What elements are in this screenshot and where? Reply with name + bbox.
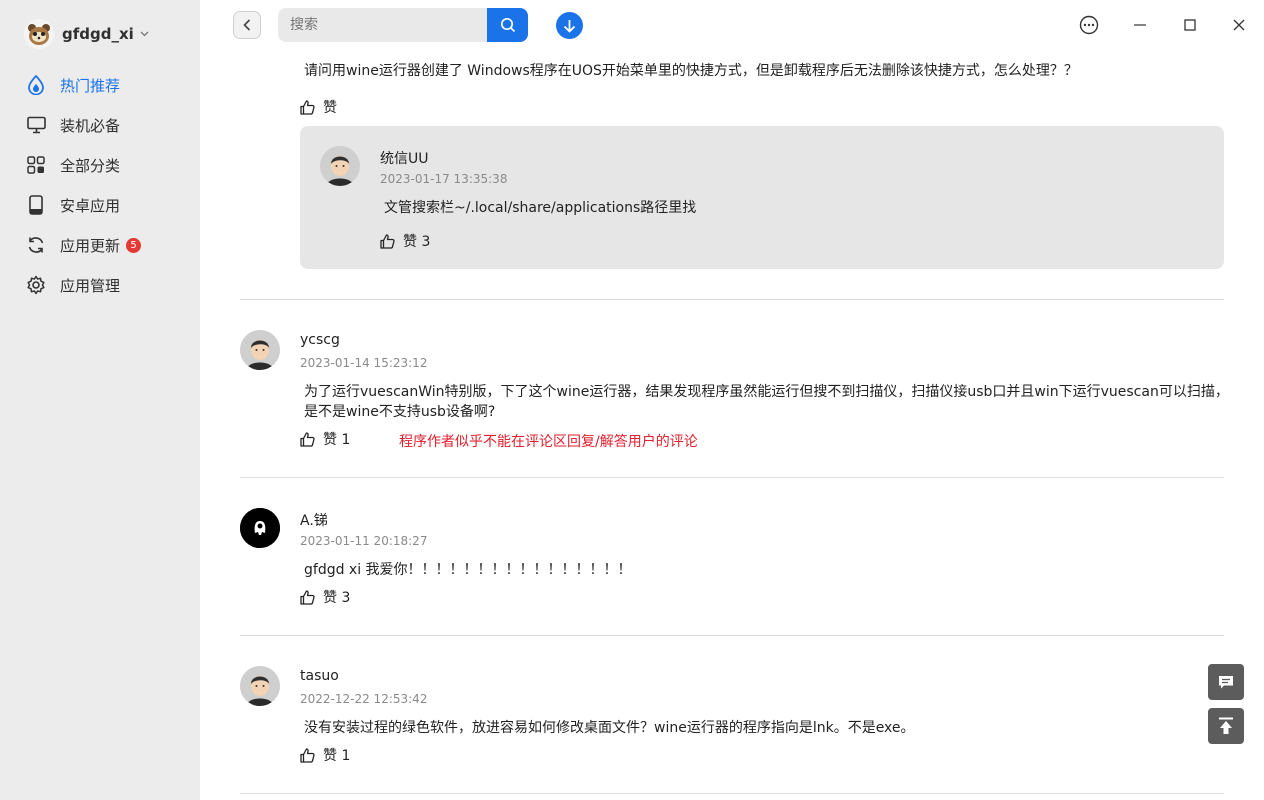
search-box <box>278 8 528 42</box>
user-menu[interactable]: gfdgd_xi <box>24 19 149 49</box>
comments-list: 请问用wine运行器创建了 Windows程序在UOS开始菜单里的快捷方式，但是… <box>200 50 1264 800</box>
sidebar-item-label: 装机必备 <box>60 116 121 135</box>
comment-text-line1: 为了运行vuescanWin特别版，下了这个wine运行器，结果发现程序虽然能运… <box>304 384 1229 400</box>
comment-text: 没有安装过程的绿色软件，放进容易如何修改桌面文件？wine运行器的程序指向是ln… <box>304 720 915 736</box>
like-button[interactable]: 赞 3 <box>380 231 430 251</box>
comment-timestamp: 2023-01-14 15:23:12 <box>300 356 428 370</box>
arrow-up-icon <box>1219 717 1233 734</box>
sidebar-item-label: 应用管理 <box>60 276 121 295</box>
comment-user-name: ycscg <box>300 332 340 348</box>
chevron-left-icon <box>243 19 251 31</box>
avatar <box>240 666 280 706</box>
more-options-button[interactable] <box>1077 13 1101 37</box>
divider <box>240 299 1224 300</box>
reply-timestamp: 2023-01-17 13:35:38 <box>380 172 508 186</box>
avatar <box>320 146 360 186</box>
reply-user-name: 统信UU <box>380 151 429 167</box>
sidebar-item-label: 应用更新 <box>60 236 121 255</box>
reply-text: 文管搜索栏~/.local/share/applications路径里找 <box>384 200 697 216</box>
like-count: 赞 3 <box>403 234 431 250</box>
sidebar-item-android[interactable]: 安卓应用 <box>0 185 200 225</box>
download-arrow-icon <box>563 19 576 33</box>
grid-icon <box>26 155 46 175</box>
like-count: 赞 <box>323 100 337 116</box>
search-input[interactable] <box>278 8 487 42</box>
sidebar-item-label: 热门推荐 <box>60 76 121 95</box>
like-count: 赞 1 <box>323 748 351 764</box>
user-name: gfdgd_xi <box>62 25 134 43</box>
phone-icon <box>26 195 46 215</box>
maximize-icon <box>1184 19 1196 31</box>
thumbs-up-icon <box>380 233 395 249</box>
comment-timestamp: 2022-12-22 12:53:42 <box>300 692 428 706</box>
comment-user-name: A.锑 <box>300 513 328 529</box>
minimize-button[interactable] <box>1128 13 1152 37</box>
like-button[interactable]: 赞 1 <box>300 429 350 449</box>
like-count: 赞 3 <box>323 590 351 606</box>
sidebar-item-label: 安卓应用 <box>60 196 121 215</box>
avatar <box>240 508 280 548</box>
minimize-icon <box>1134 24 1146 26</box>
thumbs-up-icon <box>300 431 315 447</box>
more-icon <box>1079 15 1099 35</box>
sidebar-nav: 热门推荐 装机必备 全部分类 安卓应用 应用更新 5 应用管理 <box>0 65 200 305</box>
user-avatar[interactable] <box>24 19 54 49</box>
annotation-note: 程序作者似乎不能在评论区回复/解答用户的评论 <box>399 434 698 450</box>
hot-drop-icon <box>26 75 46 95</box>
sidebar-item-essentials[interactable]: 装机必备 <box>0 105 200 145</box>
title-bar <box>200 0 1264 50</box>
close-icon <box>1233 19 1245 31</box>
comment-user-name: tasuo <box>300 668 339 684</box>
sidebar-item-hot[interactable]: 热门推荐 <box>0 65 200 105</box>
maximize-button[interactable] <box>1178 13 1202 37</box>
search-button[interactable] <box>487 8 528 42</box>
write-comment-button[interactable] <box>1208 664 1244 700</box>
comment-timestamp: 2023-01-11 20:18:27 <box>300 534 428 548</box>
like-button[interactable]: 赞 <box>300 97 337 117</box>
gear-icon <box>26 275 46 295</box>
like-count: 赞 1 <box>323 432 351 448</box>
like-button[interactable]: 赞 1 <box>300 745 350 765</box>
like-button[interactable]: 赞 3 <box>300 587 350 607</box>
sidebar-item-manage[interactable]: 应用管理 <box>0 265 200 305</box>
comment-text-line2: 是不是wine不支持usb设备啊? <box>304 404 496 420</box>
close-button[interactable] <box>1227 13 1251 37</box>
sidebar: gfdgd_xi 热门推荐 装机必备 全部分类 安卓应用 应用更新 5 应用管理 <box>0 0 200 800</box>
reply-box: 统信UU 2023-01-17 13:35:38 文管搜索栏~/.local/s… <box>300 126 1224 269</box>
avatar <box>240 330 280 370</box>
update-count-badge: 5 <box>126 237 142 253</box>
sidebar-item-categories[interactable]: 全部分类 <box>0 145 200 185</box>
divider <box>240 635 1224 636</box>
comment-text: gfdgd xi 我爱你！！！！！！！！！！！！！！！！ <box>304 562 632 578</box>
back-button[interactable] <box>233 11 261 39</box>
comment-icon <box>1219 675 1233 688</box>
back-to-top-button[interactable] <box>1208 708 1244 744</box>
chevron-down-icon[interactable] <box>140 29 149 40</box>
monitor-icon <box>26 115 46 135</box>
search-icon <box>500 17 515 33</box>
refresh-icon <box>26 235 46 255</box>
thumbs-up-icon <box>300 747 315 763</box>
comment-text: 请问用wine运行器创建了 Windows程序在UOS开始菜单里的快捷方式，但是… <box>304 63 1078 79</box>
sidebar-item-updates[interactable]: 应用更新 5 <box>0 225 200 265</box>
download-button[interactable] <box>556 12 583 39</box>
sidebar-item-label: 全部分类 <box>60 156 121 175</box>
divider <box>240 477 1224 478</box>
thumbs-up-icon <box>300 589 315 605</box>
thumbs-up-icon <box>300 99 315 115</box>
divider <box>240 793 1224 794</box>
